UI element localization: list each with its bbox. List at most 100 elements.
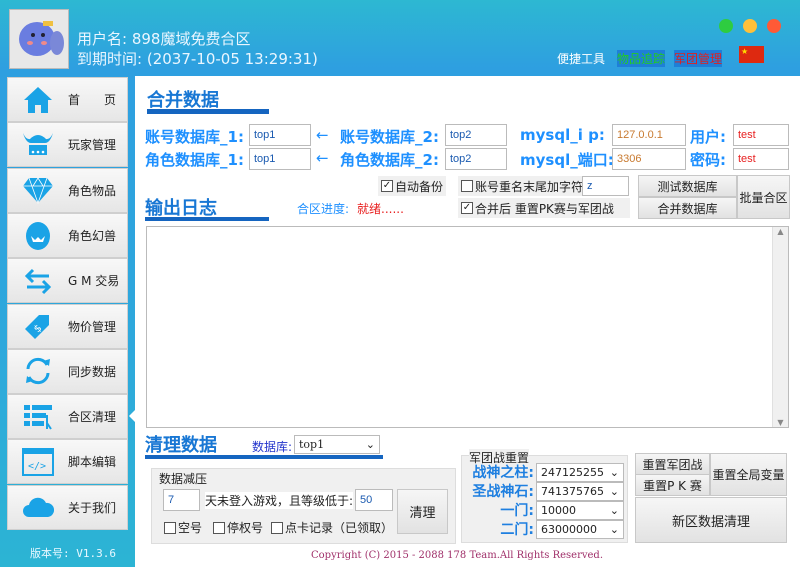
suffix-checkbox[interactable]: 账号重名末尾加字符: [458, 176, 587, 196]
scroll-up-icon[interactable]: ▲: [773, 227, 788, 236]
role-db1-label: 角色数据库_1:: [145, 151, 244, 169]
sidebar-item-label: 玩家管理: [68, 138, 117, 153]
suffix-input[interactable]: [582, 176, 629, 196]
copyright: Copyright (C) 2015 - 2088 178 Team.All R…: [311, 550, 604, 561]
sidebar-item-10[interactable]: 关于我们: [7, 484, 128, 530]
sidebar-item-label: 角色幻兽: [68, 228, 117, 243]
legion-row-label: 战神之柱:: [472, 465, 534, 481]
sidebar-item-7[interactable]: 同步数据: [7, 348, 128, 394]
level-input[interactable]: [355, 489, 393, 511]
empty-account-checkbox[interactable]: 空号: [161, 519, 206, 536]
db-select[interactable]: top1 ⌄: [294, 435, 380, 454]
progress-status: 就绪......: [357, 202, 404, 216]
banned-account-label: 停权号: [227, 521, 264, 535]
sidebar-item-label: G M 交易: [68, 274, 120, 289]
password-input[interactable]: [733, 148, 789, 170]
sync-icon: [22, 355, 54, 387]
legion-row-value: 247125255: [541, 466, 604, 479]
arrow-left-icon: ←: [316, 126, 329, 144]
role-db2-input[interactable]: [445, 148, 507, 170]
sidebar-item-label: 物价管理: [68, 319, 117, 334]
legion-row-select[interactable]: 63000000 ⌄: [536, 520, 624, 539]
log-scrollbar[interactable]: ▲ ▼: [772, 227, 788, 427]
checkmark-icon: ✓: [461, 202, 473, 214]
china-flag-icon[interactable]: ★: [739, 46, 764, 63]
reset-pk-checkbox[interactable]: ✓ 合并后 重置PK赛与军团战: [458, 198, 630, 218]
username-label: 用户名:: [77, 30, 128, 48]
checkbox-box: [213, 521, 225, 534]
empty-account-label: 空号: [178, 521, 203, 535]
legion-row-select[interactable]: 741375765 ⌄: [536, 482, 624, 501]
mysql-port-input[interactable]: [612, 148, 686, 170]
home-icon: [22, 84, 54, 116]
version-label: 版本号: V1.3.6: [30, 547, 116, 560]
maximize-dot[interactable]: [743, 19, 757, 33]
close-dot[interactable]: [767, 19, 781, 33]
arrow-left-icon: ←: [316, 149, 329, 167]
legion-management-link[interactable]: 军团管理: [674, 50, 723, 67]
mysql-ip-input[interactable]: [612, 124, 686, 146]
sidebar-item-6[interactable]: $ 物价管理: [7, 303, 128, 349]
legion-row-label: 一门:: [500, 503, 534, 519]
days-input[interactable]: [163, 489, 200, 511]
checkbox-box: [164, 521, 176, 534]
mysql-port-label: mysql_端口:: [520, 151, 614, 169]
username: 用户名: 898魔域免费合区: [77, 28, 250, 49]
chevron-down-icon: ⌄: [609, 485, 619, 498]
swap-arrows-icon: [22, 265, 54, 297]
acct-db2-input[interactable]: [445, 124, 507, 146]
sidebar-item-3[interactable]: 角色物品: [7, 167, 128, 213]
code-window-icon: </>: [22, 446, 54, 478]
checkmark-icon: ✓: [381, 180, 393, 192]
test-db-button[interactable]: 测试数据库: [638, 175, 737, 197]
batch-merge-button[interactable]: 批量合区: [737, 175, 790, 219]
sidebar-item-4[interactable]: 角色幻兽: [7, 212, 128, 258]
legion-row-select[interactable]: 247125255 ⌄: [536, 463, 624, 482]
role-db1-input[interactable]: [249, 148, 311, 170]
quick-tools-link[interactable]: 便捷工具: [557, 50, 605, 67]
sidebar-item-8[interactable]: 合区清理: [7, 394, 128, 440]
log-title-bar: [145, 217, 269, 221]
egg-icon: [22, 219, 54, 251]
expire-label: 到期时间:: [77, 50, 143, 68]
auto-backup-checkbox[interactable]: ✓ 自动备份: [378, 176, 447, 196]
reset-global-button[interactable]: 重置全局变量: [710, 453, 787, 496]
scroll-down-icon[interactable]: ▼: [773, 418, 788, 427]
sidebar-item-2[interactable]: 玩家管理: [7, 122, 128, 168]
minimize-dot[interactable]: [719, 19, 733, 33]
cloud-icon: [22, 491, 54, 523]
clean-title-bar: [145, 455, 383, 459]
reset-legion-button[interactable]: 重置军团战: [635, 453, 710, 475]
expire-time: 到期时间: (2037-10-05 13:29:31): [77, 48, 318, 69]
acct-db1-label: 账号数据库_1:: [145, 128, 244, 146]
new-area-clean-button[interactable]: 新区数据清理: [635, 497, 787, 543]
db-label: 数据库:: [252, 440, 293, 454]
clean-button[interactable]: 清理: [397, 489, 448, 534]
sidebar-item-label: 脚本编辑: [68, 455, 117, 470]
card-record-checkbox[interactable]: 点卡记录（已领取）: [268, 519, 397, 536]
sidebar-item-1[interactable]: 首 页: [7, 77, 128, 122]
expire-value: (2037-10-05 13:29:31): [146, 50, 318, 68]
legion-row-value: 741375765: [541, 485, 604, 498]
sidebar-item-label: 角色物品: [68, 183, 117, 198]
reset-pk-button[interactable]: 重置P K 赛: [635, 474, 710, 496]
acct-db1-input[interactable]: [249, 124, 311, 146]
merge-db-button[interactable]: 合并数据库: [638, 197, 737, 219]
avatar: [9, 9, 69, 69]
days-text: 天未登入游戏，且等级低于:: [205, 492, 354, 509]
user-input[interactable]: [733, 124, 789, 146]
sidebar-item-9[interactable]: </> 脚本编辑: [7, 439, 128, 485]
chevron-down-icon: ⌄: [365, 438, 375, 451]
log-output[interactable]: ▲ ▼: [146, 226, 789, 428]
item-tracking-link[interactable]: 物品追踪: [617, 50, 666, 67]
svg-text:</>: </>: [28, 461, 46, 472]
banned-account-checkbox[interactable]: 停权号: [210, 519, 267, 536]
legion-row-label: 圣战神石:: [472, 484, 534, 500]
list-cleanup-icon: [22, 401, 54, 433]
viking-helmet-icon: [22, 129, 54, 161]
merge-title-bar: [147, 109, 269, 114]
auto-backup-label: 自动备份: [395, 179, 444, 194]
suffix-label: 账号重名末尾加字符: [475, 179, 584, 194]
sidebar-item-5[interactable]: G M 交易: [7, 258, 128, 304]
legion-row-select[interactable]: 10000 ⌄: [536, 501, 624, 520]
